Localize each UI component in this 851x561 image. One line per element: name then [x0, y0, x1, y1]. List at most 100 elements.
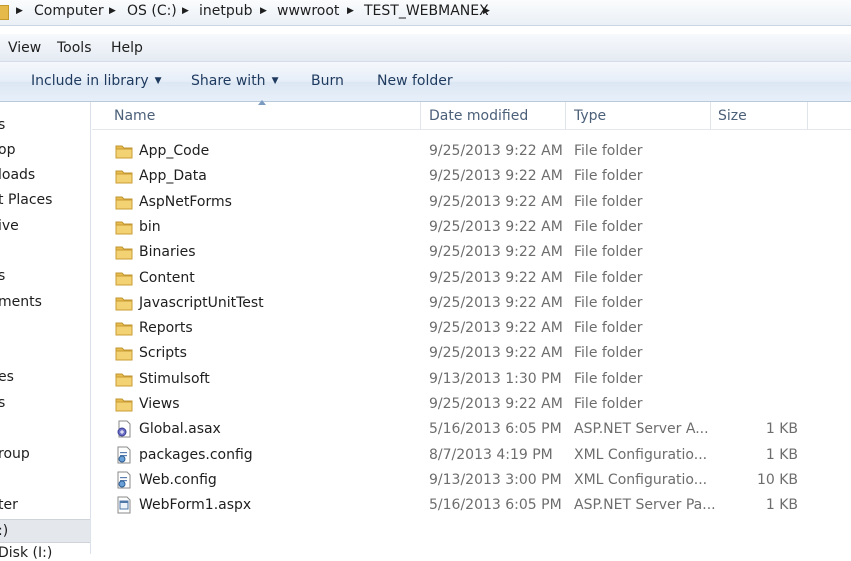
table-row[interactable]: Scripts 9/25/2013 9:22 AM File folder	[92, 341, 851, 366]
include-in-library-label: Include in library	[31, 73, 149, 89]
table-row[interactable]: bin 9/25/2013 9:22 AM File folder	[92, 215, 851, 240]
folder-icon	[115, 243, 133, 261]
column-header-type[interactable]: Type	[574, 108, 606, 124]
address-bar[interactable]: ▶ Computer ▶ OS (C:) ▶ inetpub ▶ wwwroot…	[0, 0, 851, 26]
include-in-library-button[interactable]: Include in library ▼	[31, 73, 162, 89]
file-name: Reports	[139, 320, 193, 337]
chevron-right-icon[interactable]: ▶	[182, 6, 189, 16]
folder-icon	[115, 395, 133, 413]
table-row[interactable]: Stimulsoft 9/13/2013 1:30 PM File folder	[92, 367, 851, 392]
breadcrumb-test-webmanex[interactable]: TEST_WEBMANEX	[364, 3, 489, 19]
nav-item[interactable]: ive	[0, 218, 19, 234]
file-type: File folder	[574, 396, 643, 412]
command-bar: Include in library ▼ Share with ▼ Burn New…	[0, 62, 851, 102]
column-header-size[interactable]: Size	[718, 108, 747, 124]
nav-item[interactable]: es	[0, 369, 14, 385]
menu-help[interactable]: Help	[111, 40, 143, 56]
table-row[interactable]: App_Data 9/25/2013 9:22 AM File folder	[92, 164, 851, 189]
table-row[interactable]: Reports 9/25/2013 9:22 AM File folder	[92, 316, 851, 341]
table-row[interactable]: packages.config 8/7/2013 4:19 PM XML Confi…	[92, 443, 851, 468]
nav-item[interactable]: s	[0, 268, 5, 284]
file-name: Stimulsoft	[139, 370, 210, 387]
file-type: XML Configuratio...	[574, 471, 708, 488]
nav-item[interactable]: s	[0, 117, 5, 133]
table-row[interactable]: WebForm1.aspx 5/16/2013 6:05 PM ASP.NET Se…	[92, 493, 851, 518]
file-type: File folder	[574, 143, 643, 159]
breadcrumb-wwwroot[interactable]: wwwroot	[277, 3, 339, 19]
chevron-right-icon[interactable]: ▶	[260, 6, 267, 16]
nav-item[interactable]: s	[0, 395, 5, 411]
folder-icon	[115, 294, 133, 312]
share-with-button[interactable]: Share with ▼	[191, 73, 278, 89]
menu-tools[interactable]: Tools	[57, 40, 92, 56]
folder-icon	[115, 218, 133, 236]
file-date-modified: 9/25/2013 9:22 AM	[429, 320, 563, 337]
file-date-modified: 5/16/2013 6:05 PM	[429, 497, 562, 514]
file-date-modified: 9/25/2013 9:22 AM	[429, 294, 563, 311]
file-name: Views	[139, 396, 180, 412]
breadcrumb-os-c[interactable]: OS (C:)	[127, 3, 177, 19]
column-divider[interactable]	[420, 102, 421, 130]
new-folder-button[interactable]: New folder	[377, 73, 453, 89]
table-row[interactable]: JavascriptUnitTest 9/25/2013 9:22 AM File …	[92, 291, 851, 316]
chevron-right-icon[interactable]: ▶	[109, 6, 116, 16]
file-type: File folder	[574, 345, 643, 362]
file-name: packages.config	[139, 446, 253, 463]
file-name: App_Data	[139, 168, 207, 185]
asax-file-icon	[115, 420, 133, 438]
file-date-modified: 9/25/2013 9:22 AM	[429, 244, 563, 261]
file-size: 1 KB	[765, 446, 798, 463]
folder-icon	[115, 319, 133, 337]
column-header-row: Name Date modified Type Size	[92, 100, 851, 130]
file-type: File folder	[574, 269, 643, 286]
file-name: AspNetForms	[139, 193, 232, 210]
file-type: File folder	[574, 193, 643, 210]
file-name: JavascriptUnitTest	[139, 294, 264, 311]
menu-bar: View Tools Help	[0, 34, 851, 62]
nav-item[interactable]: roup	[0, 446, 30, 462]
table-row[interactable]: App_Code 9/25/2013 9:22 AM File folder	[92, 139, 851, 164]
nav-item-selected[interactable]: :)	[0, 519, 90, 543]
file-type: File folder	[574, 218, 643, 235]
dropdown-arrow-icon: ▼	[271, 76, 279, 86]
folder-icon	[0, 5, 9, 20]
nav-item[interactable]: t Places	[0, 192, 52, 208]
chevron-right-icon[interactable]: ▶	[16, 6, 23, 16]
table-row[interactable]: Web.config 9/13/2013 3:00 PM XML Configura…	[92, 468, 851, 493]
file-list[interactable]: Name Date modified Type Size App_Code 9/2…	[92, 100, 851, 554]
table-row[interactable]: Binaries 9/25/2013 9:22 AM File folder	[92, 240, 851, 265]
table-row[interactable]: Global.asax 5/16/2013 6:05 PM ASP.NET Serv…	[92, 417, 851, 442]
column-divider[interactable]	[565, 102, 566, 130]
breadcrumb-inetpub[interactable]: inetpub	[199, 3, 253, 19]
file-type: File folder	[574, 244, 643, 261]
sort-ascending-icon	[258, 100, 266, 105]
burn-button[interactable]: Burn	[311, 73, 344, 89]
file-date-modified: 9/13/2013 1:30 PM	[429, 370, 562, 387]
nav-item[interactable]: ments	[0, 294, 42, 310]
table-row[interactable]: AspNetForms 9/25/2013 9:22 AM File folder	[92, 190, 851, 215]
column-divider[interactable]	[807, 102, 808, 130]
column-divider[interactable]	[710, 102, 711, 130]
file-date-modified: 9/25/2013 9:22 AM	[429, 193, 563, 210]
column-header-name[interactable]: Name	[114, 108, 155, 124]
menu-view[interactable]: View	[8, 40, 41, 56]
nav-item[interactable]: ter	[0, 497, 18, 513]
nav-item[interactable]: loads	[0, 167, 35, 183]
chevron-right-icon[interactable]: ▶	[347, 6, 354, 16]
folder-icon	[115, 344, 133, 362]
file-date-modified: 9/25/2013 9:22 AM	[429, 396, 563, 412]
file-type: File folder	[574, 168, 643, 185]
chevron-right-icon[interactable]: ▶	[483, 6, 490, 16]
folder-icon	[115, 269, 133, 287]
breadcrumb-computer[interactable]: Computer	[34, 3, 104, 19]
file-name: bin	[139, 218, 161, 235]
file-date-modified: 9/25/2013 9:22 AM	[429, 269, 563, 286]
navigation-pane[interactable]: s op loads t Places ive s ments es s rou…	[0, 102, 91, 554]
table-row[interactable]: Views 9/25/2013 9:22 AM File folder	[92, 392, 851, 417]
table-row[interactable]: Content 9/25/2013 9:22 AM File folder	[92, 266, 851, 291]
nav-item[interactable]: Disk (I:)	[0, 545, 52, 561]
file-name: WebForm1.aspx	[139, 497, 252, 514]
nav-item[interactable]: op	[0, 142, 15, 158]
file-date-modified: 9/25/2013 9:22 AM	[429, 345, 563, 362]
column-header-date-modified[interactable]: Date modified	[429, 108, 528, 124]
